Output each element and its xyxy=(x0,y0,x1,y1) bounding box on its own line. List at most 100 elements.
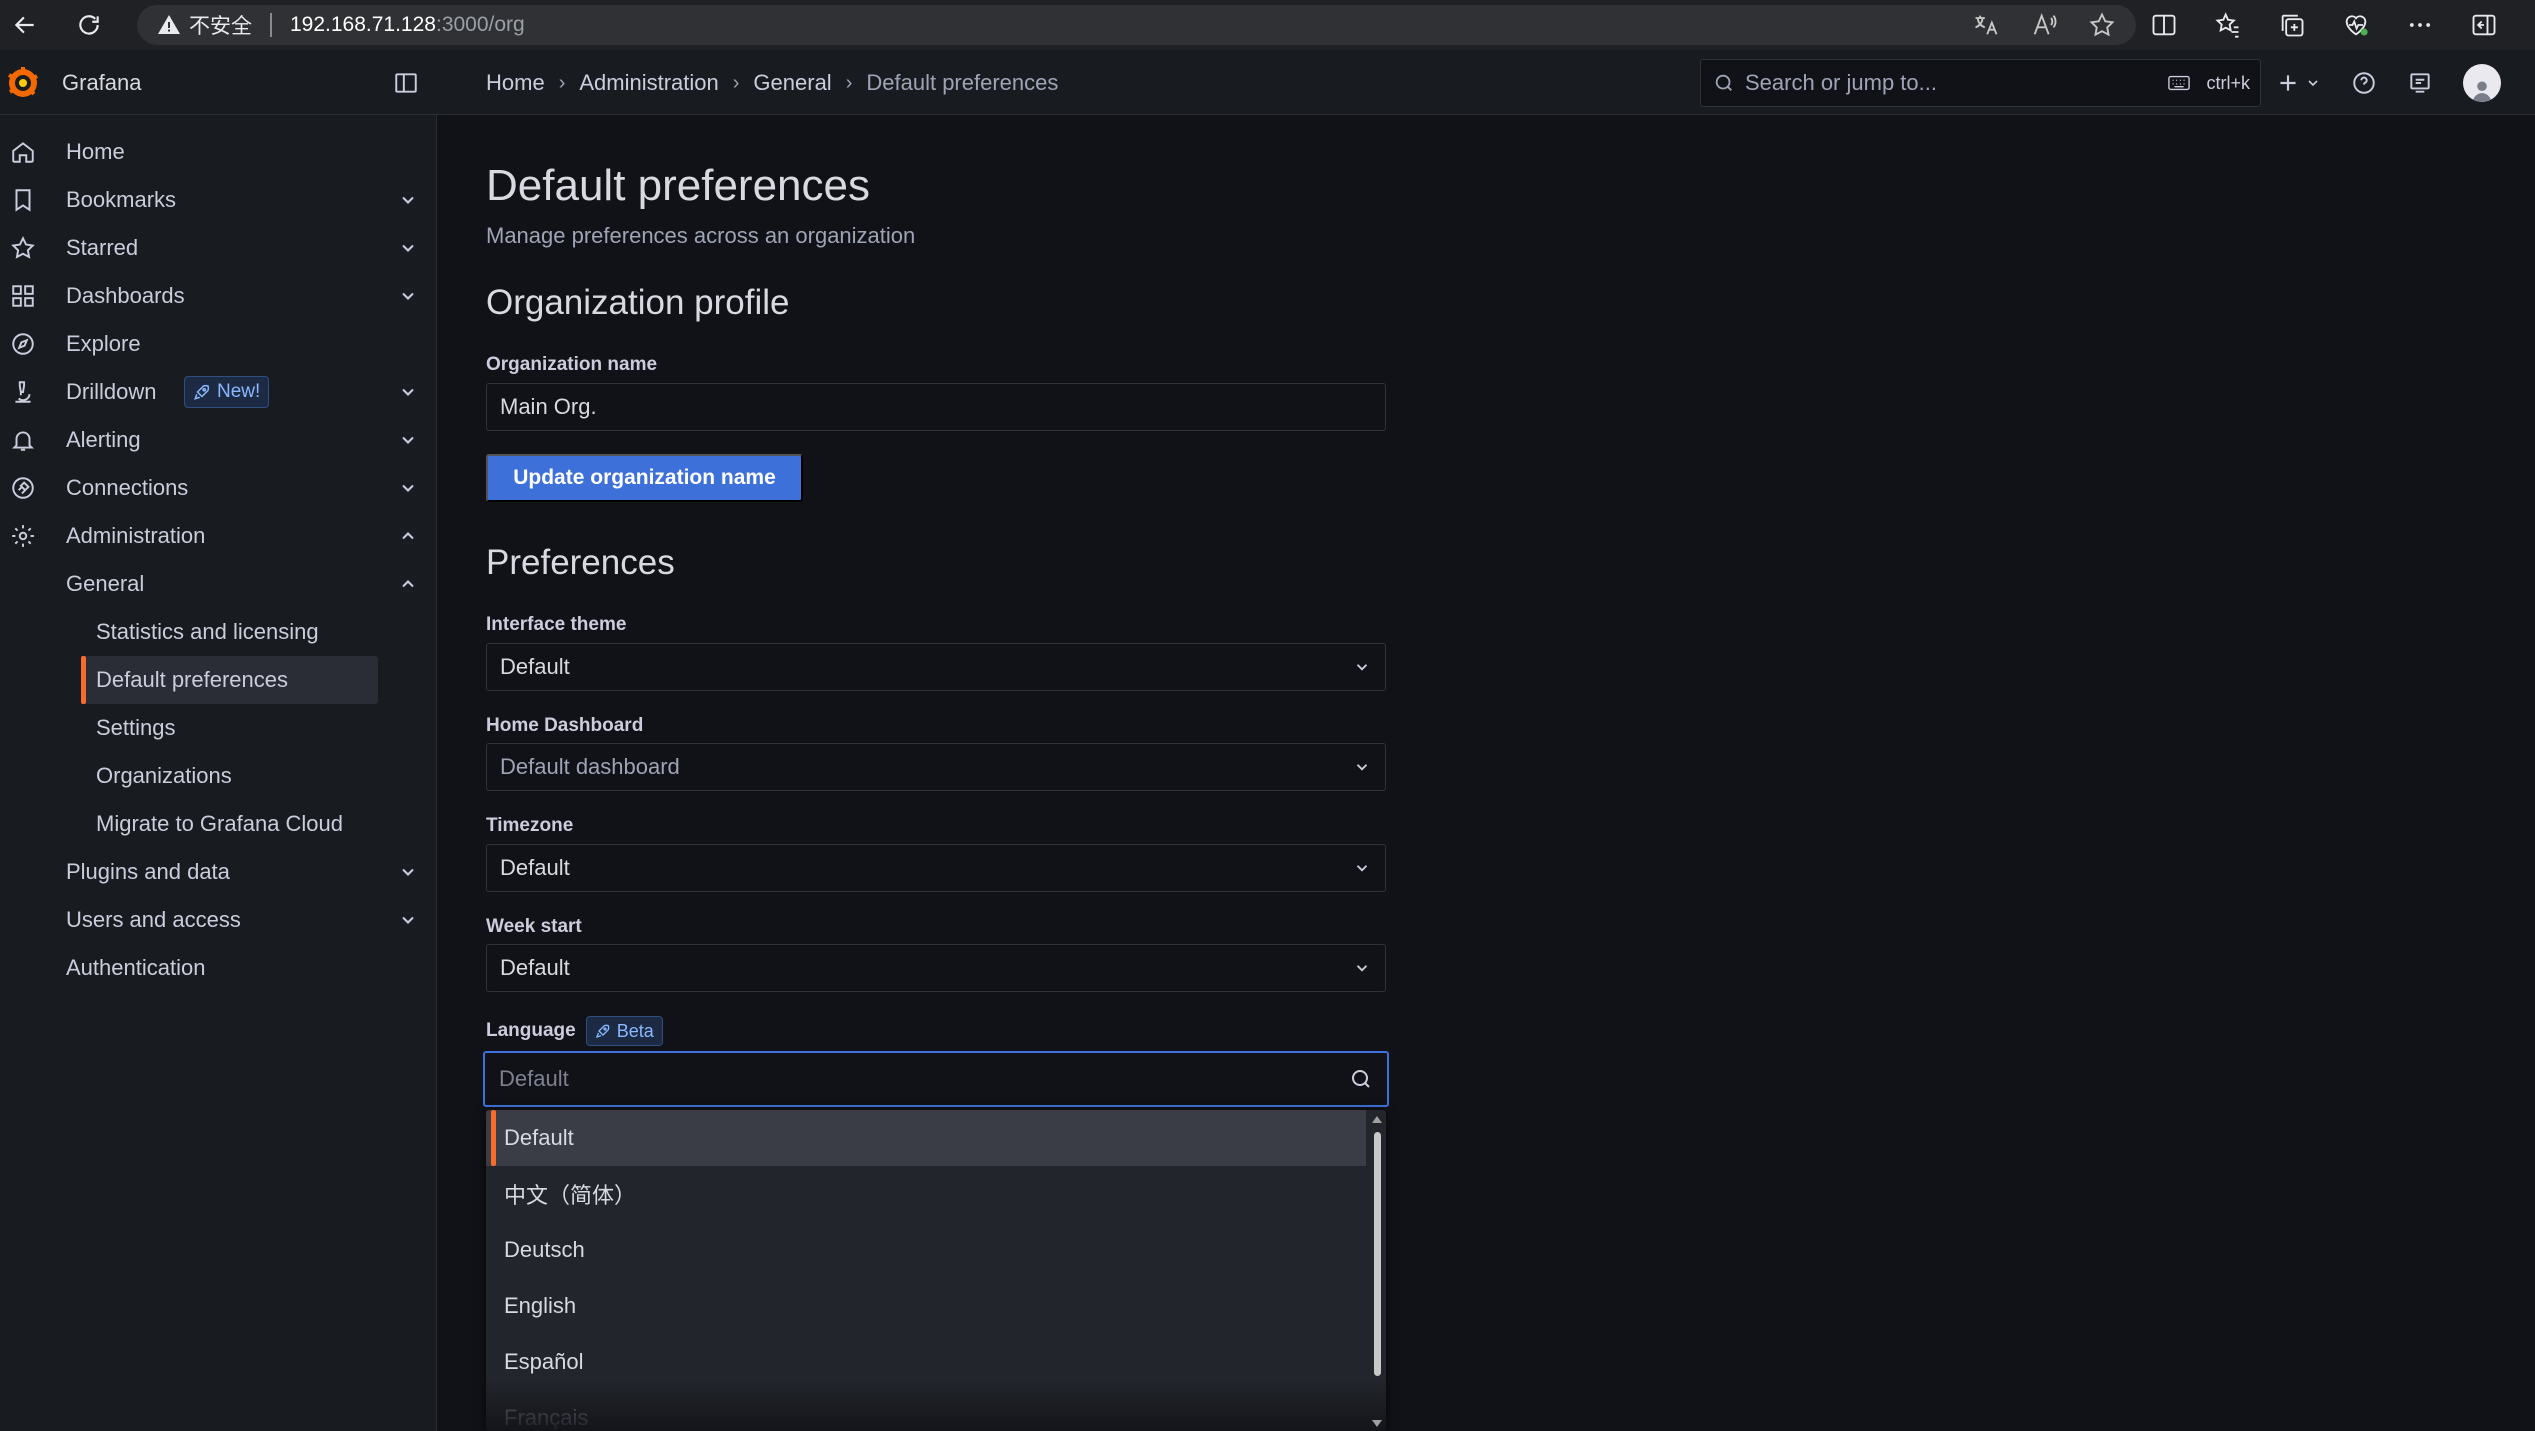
collections-icon[interactable] xyxy=(2278,11,2306,39)
back-button[interactable] xyxy=(0,0,50,50)
favorite-star-icon[interactable] xyxy=(2088,11,2116,39)
news-icon[interactable] xyxy=(2407,70,2433,96)
language-option-francais[interactable]: Français xyxy=(486,1390,1366,1431)
language-placeholder: Default xyxy=(499,1066,569,1091)
search-placeholder: Search or jump to... xyxy=(1745,70,1937,95)
home-dashboard-select[interactable]: Default dashboard xyxy=(486,743,1386,791)
week-start-value: Default xyxy=(500,955,570,980)
apps-icon xyxy=(12,285,34,307)
timezone-select[interactable]: Default xyxy=(486,844,1386,892)
update-org-name-button[interactable]: Update organization name xyxy=(486,454,803,502)
chevron-down-icon[interactable] xyxy=(398,382,418,402)
sidebar-item-organizations[interactable]: Organizations xyxy=(0,752,437,800)
sidebar-item-migrate-grafana-cloud[interactable]: Migrate to Grafana Cloud xyxy=(0,800,437,848)
sidebar-item-default-preferences[interactable]: Default preferences xyxy=(0,656,437,704)
scroll-down-icon[interactable] xyxy=(1372,1420,1382,1427)
search-input[interactable]: Search or jump to... ctrl+k xyxy=(1700,59,2261,107)
split-screen-icon[interactable] xyxy=(2150,11,2178,39)
chevron-down-icon[interactable] xyxy=(398,190,418,210)
menu-scrollbar[interactable] xyxy=(1368,1110,1386,1431)
org-name-field[interactable]: Main Org. xyxy=(486,383,1386,431)
new-menu-button[interactable] xyxy=(2275,70,2321,96)
arrow-left-icon xyxy=(14,16,34,34)
rocket-icon xyxy=(595,1024,610,1039)
reload-button[interactable] xyxy=(64,0,114,50)
breadcrumb-general[interactable]: General xyxy=(753,70,831,96)
beta-badge-label: Beta xyxy=(616,1020,654,1041)
week-start-select[interactable]: Default xyxy=(486,944,1386,992)
chevron-right-icon: › xyxy=(845,71,853,94)
translate-icon[interactable] xyxy=(1972,11,2000,39)
chevron-up-icon[interactable] xyxy=(398,574,418,594)
interface-theme-value: Default xyxy=(500,654,570,679)
sidebar-item-dashboards[interactable]: Dashboards xyxy=(0,272,437,320)
sidebar-item-users-access[interactable]: Users and access xyxy=(0,896,437,944)
dock-menu-icon[interactable] xyxy=(393,70,419,96)
sidebar-item-explore[interactable]: Explore xyxy=(0,320,437,368)
language-dropdown-menu: Default 中文（简体） Deutsch English Español F… xyxy=(486,1110,1386,1431)
sidebar-toggle-icon[interactable] xyxy=(2470,11,2498,39)
week-start-label: Week start xyxy=(486,916,582,937)
interface-theme-select[interactable]: Default xyxy=(486,643,1386,691)
sidebar-item-general[interactable]: General xyxy=(0,560,437,608)
chevron-down-icon[interactable] xyxy=(398,910,418,930)
grafana-logo-icon[interactable] xyxy=(6,66,40,100)
more-icon[interactable] xyxy=(2406,11,2434,39)
keyboard-icon xyxy=(2168,75,2191,91)
sidebar-item-authentication[interactable]: Authentication xyxy=(0,944,437,992)
help-icon[interactable] xyxy=(2351,70,2377,96)
sidebar-item-alerting[interactable]: Alerting xyxy=(0,416,437,464)
chevron-down-icon[interactable] xyxy=(398,862,418,882)
sidebar-item-label: Drilldown xyxy=(66,379,157,404)
sidebar-item-connections[interactable]: Connections xyxy=(0,464,437,512)
brand-name[interactable]: Grafana xyxy=(62,70,142,96)
address-bar[interactable]: 不安全 192.168.71.128 :3000/org xyxy=(137,5,2136,45)
chevron-up-icon[interactable] xyxy=(398,526,418,546)
browser-toolbar: 不安全 192.168.71.128 :3000/org xyxy=(0,0,2535,50)
sidebar-item-starred[interactable]: Starred xyxy=(0,224,437,272)
language-option-chinese[interactable]: 中文（简体） xyxy=(486,1166,1366,1222)
breadcrumb-administration[interactable]: Administration xyxy=(579,70,718,96)
security-warning[interactable]: 不安全 xyxy=(157,10,252,40)
avatar[interactable] xyxy=(2463,64,2501,102)
chevron-down-icon xyxy=(2308,80,2318,87)
sidebar-item-label: Organizations xyxy=(96,763,232,788)
bookmark-icon xyxy=(15,189,31,212)
language-search-input[interactable]: Default xyxy=(483,1051,1389,1107)
sidebar-item-label: General xyxy=(66,571,145,596)
chevron-down-icon[interactable] xyxy=(398,238,418,258)
breadcrumb-home[interactable]: Home xyxy=(486,70,545,96)
scroll-up-icon[interactable] xyxy=(1372,1116,1382,1123)
compass-icon xyxy=(12,333,34,355)
timezone-value: Default xyxy=(500,855,570,880)
sidebar-item-settings[interactable]: Settings xyxy=(0,704,437,752)
language-option-english[interactable]: English xyxy=(486,1278,1366,1334)
new-badge: New! xyxy=(184,376,270,408)
org-name-value: Main Org. xyxy=(500,394,597,419)
microscope-icon xyxy=(15,381,31,403)
chevron-right-icon: › xyxy=(732,71,740,94)
sidebar-item-bookmarks[interactable]: Bookmarks xyxy=(0,176,437,224)
sidebar-item-home[interactable]: Home xyxy=(0,128,437,176)
scroll-thumb[interactable] xyxy=(1374,1132,1381,1376)
read-aloud-icon[interactable] xyxy=(2030,11,2058,39)
browser-essentials-icon[interactable] xyxy=(2342,11,2370,39)
chevron-down-icon[interactable] xyxy=(398,478,418,498)
sidebar-item-plugins-data[interactable]: Plugins and data xyxy=(0,848,437,896)
sidebar-item-statistics-licensing[interactable]: Statistics and licensing xyxy=(0,608,437,656)
favorites-icon[interactable] xyxy=(2214,11,2242,39)
language-option-default[interactable]: Default xyxy=(486,1110,1366,1166)
language-option-espanol[interactable]: Español xyxy=(486,1334,1366,1390)
chevron-down-icon[interactable] xyxy=(398,286,418,306)
warning-icon xyxy=(158,15,180,34)
language-option-deutsch[interactable]: Deutsch xyxy=(486,1222,1366,1278)
interface-theme-label: Interface theme xyxy=(486,614,627,635)
sidebar-item-drilldown[interactable]: Drilldown New! xyxy=(0,368,437,416)
sidebar-item-label: Alerting xyxy=(66,427,141,452)
sidebar-item-administration[interactable]: Administration xyxy=(0,512,437,560)
shortcut-text: ctrl+k xyxy=(2206,72,2250,93)
page-title: Default preferences xyxy=(486,161,870,210)
sidebar-item-label: Settings xyxy=(96,715,176,740)
cog-icon xyxy=(12,525,34,547)
chevron-down-icon[interactable] xyxy=(398,430,418,450)
